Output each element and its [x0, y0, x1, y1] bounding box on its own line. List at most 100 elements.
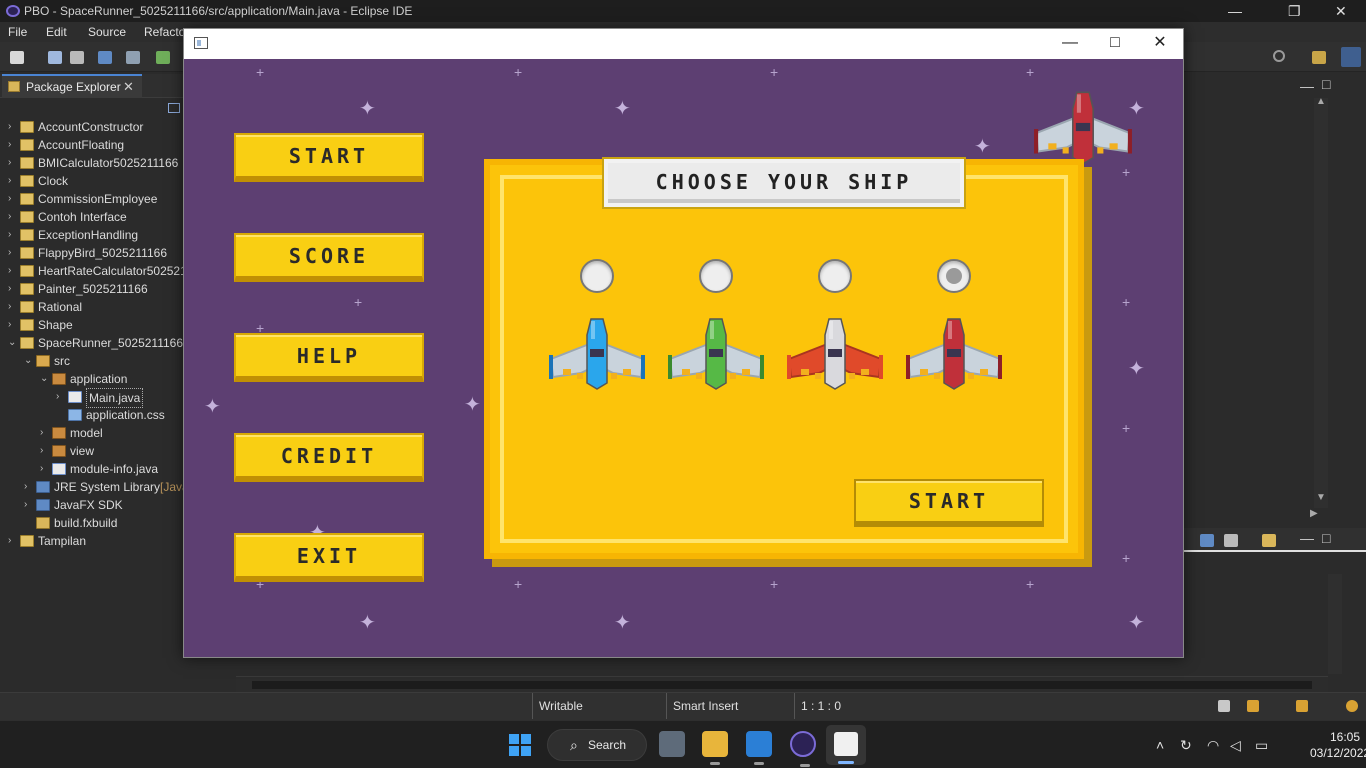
menu-source[interactable]: Source: [88, 22, 126, 42]
ship-radio-blue[interactable]: [580, 259, 614, 293]
project-icon: [20, 175, 34, 187]
taskbar-clock[interactable]: 16:05 03/12/2022: [1310, 729, 1366, 761]
start-menu-button[interactable]: START: [234, 133, 424, 182]
chevron-down-icon[interactable]: ⌄: [40, 370, 50, 388]
exit-menu-button[interactable]: EXIT: [234, 533, 424, 582]
console-icon[interactable]: [1200, 534, 1214, 547]
new-icon[interactable]: [10, 51, 24, 64]
chevron-right-icon[interactable]: ›: [8, 154, 18, 172]
view-menu-icon[interactable]: [168, 103, 180, 113]
score-menu-button[interactable]: SCORE: [234, 233, 424, 282]
choose-ship-banner: CHOOSE YOUR SHIP: [604, 159, 964, 207]
project-icon: [20, 265, 34, 277]
terminal-icon[interactable]: [98, 51, 112, 64]
open-console-icon[interactable]: [1262, 534, 1276, 547]
ship-radio-red[interactable]: [937, 259, 971, 293]
taskbar-search-button[interactable]: ⌕ Search: [547, 729, 647, 761]
marketplace-icon[interactable]: [1296, 700, 1308, 712]
chevron-right-icon[interactable]: ›: [8, 298, 18, 316]
tree-item-label: FlappyBird_5025211166: [38, 246, 167, 260]
red-ship-sprite[interactable]: [904, 315, 1004, 391]
chevron-right-icon[interactable]: ›: [8, 118, 18, 136]
tip-icon[interactable]: [1247, 700, 1259, 712]
notepad-icon[interactable]: [746, 731, 772, 765]
debug-icon[interactable]: [156, 51, 170, 64]
chevron-right-icon[interactable]: ›: [56, 388, 66, 406]
help-menu-button[interactable]: HELP: [234, 333, 424, 382]
chevron-right-icon[interactable]: ›: [40, 424, 50, 442]
editor-vertical-scrollbar[interactable]: [1314, 98, 1328, 508]
open-perspective-icon[interactable]: [1312, 51, 1326, 64]
chevron-right-icon[interactable]: ›: [8, 262, 18, 280]
star-decoration: ✦: [359, 98, 376, 120]
notification-icon[interactable]: [1218, 700, 1230, 712]
start-game-button[interactable]: START: [854, 479, 1044, 527]
menu-file[interactable]: File: [8, 22, 27, 42]
wifi-icon[interactable]: ◠: [1207, 737, 1219, 754]
file-explorer-icon[interactable]: [702, 731, 728, 765]
chevron-right-icon[interactable]: ›: [24, 496, 34, 514]
window-minimize-button[interactable]: —: [1047, 29, 1093, 59]
window-close-button[interactable]: ✕: [1137, 29, 1183, 59]
credit-menu-button[interactable]: CREDIT: [234, 433, 424, 482]
windows-start-icon[interactable]: [509, 734, 531, 756]
display-console-icon[interactable]: [1224, 534, 1238, 547]
volume-icon[interactable]: ◁: [1230, 737, 1241, 754]
battery-icon[interactable]: ▭: [1255, 737, 1268, 754]
menu-edit[interactable]: Edit: [46, 22, 67, 42]
java-perspective-icon[interactable]: [1341, 47, 1361, 67]
search-icon[interactable]: [1273, 50, 1285, 62]
ship-radio-green[interactable]: [699, 259, 733, 293]
tree-item-label: Shape: [38, 318, 73, 332]
package-icon: [52, 445, 66, 457]
scrollbar-thumb[interactable]: [252, 681, 1312, 689]
editor-horizontal-scrollbar[interactable]: [236, 676, 1328, 692]
skip-breakpoints-icon[interactable]: [126, 51, 140, 64]
lightbulb-icon[interactable]: [1346, 700, 1358, 712]
minimize-icon[interactable]: —: [1228, 0, 1242, 22]
tree-item-label: AccountFloating: [38, 138, 125, 152]
chevron-right-icon[interactable]: ›: [8, 226, 18, 244]
ship-radio-orange[interactable]: [818, 259, 852, 293]
sync-icon[interactable]: ↻: [1180, 737, 1192, 754]
chevron-right-icon[interactable]: ›: [8, 136, 18, 154]
star-decoration: ✦: [464, 394, 481, 416]
maximize-view-icon[interactable]: □: [1322, 76, 1330, 92]
chevron-right-icon[interactable]: ›: [8, 190, 18, 208]
scroll-down-icon[interactable]: ▼: [1316, 492, 1326, 503]
blue-ship-sprite[interactable]: [547, 315, 647, 391]
tree-item-label: Tampilan: [38, 534, 87, 548]
chevron-right-icon[interactable]: ›: [24, 478, 34, 496]
scroll-up-icon[interactable]: ▲: [1316, 96, 1326, 107]
chevron-right-icon[interactable]: ›: [8, 172, 18, 190]
green-ship-sprite[interactable]: [666, 315, 766, 391]
chevron-right-icon[interactable]: ›: [40, 460, 50, 478]
minimize-view-icon[interactable]: —: [1300, 78, 1314, 94]
chevron-down-icon[interactable]: ⌄: [24, 352, 34, 370]
java-app-taskbar-button[interactable]: [826, 725, 866, 765]
star-decoration: ✦: [204, 396, 221, 418]
minimize-panel-icon[interactable]: —: [1300, 530, 1314, 546]
window-maximize-button[interactable]: □: [1092, 29, 1138, 59]
close-icon[interactable]: ✕: [1335, 0, 1347, 22]
save-icon[interactable]: [48, 51, 62, 64]
save-all-icon[interactable]: [70, 51, 84, 64]
chevron-right-icon[interactable]: ›: [40, 442, 50, 460]
console-vertical-scrollbar[interactable]: [1328, 574, 1342, 674]
show-hidden-icons-icon[interactable]: ˄: [1156, 737, 1164, 753]
eclipse-taskbar-icon[interactable]: [790, 731, 816, 767]
tree-item-label: src: [54, 354, 70, 368]
maximize-panel-icon[interactable]: □: [1322, 530, 1330, 546]
chevron-right-icon[interactable]: ›: [8, 244, 18, 262]
chevron-right-icon[interactable]: ›: [8, 316, 18, 334]
chevron-right-icon[interactable]: ›: [8, 208, 18, 226]
close-tab-icon[interactable]: ✕: [123, 76, 134, 97]
orange-ship-sprite[interactable]: [785, 315, 885, 391]
chevron-right-icon[interactable]: ›: [8, 532, 18, 550]
restore-icon[interactable]: ❐: [1288, 0, 1301, 22]
task-view-icon[interactable]: [659, 731, 685, 757]
chevron-down-icon[interactable]: ⌄: [8, 334, 18, 352]
scroll-right-icon[interactable]: ▶: [1310, 508, 1318, 519]
package-explorer-tab[interactable]: Package Explorer ✕: [2, 74, 142, 98]
chevron-right-icon[interactable]: ›: [8, 280, 18, 298]
